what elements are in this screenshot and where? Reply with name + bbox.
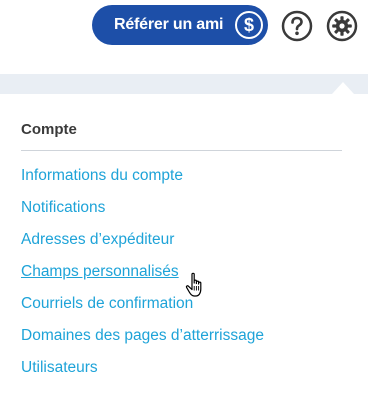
refer-friend-button[interactable]: Référer un ami $ <box>92 5 268 45</box>
menu-item-notifications[interactable]: Notifications <box>21 197 264 229</box>
dropdown-caret <box>332 82 354 94</box>
menu-item-users[interactable]: Utilisateurs <box>21 357 264 389</box>
settings-dropdown-panel: Compte Informations du compte Notificati… <box>0 94 368 397</box>
menu-item-sender-addresses[interactable]: Adresses d’expéditeur <box>21 229 264 261</box>
dropdown-backdrop-band <box>0 74 368 94</box>
menu-item-account-information[interactable]: Informations du compte <box>21 165 264 197</box>
top-header: Référer un ami $ <box>0 0 368 74</box>
section-divider <box>21 150 342 151</box>
gear-icon[interactable] <box>326 10 358 42</box>
menu-item-confirmation-emails[interactable]: Courriels de confirmation <box>21 293 264 325</box>
help-icon[interactable] <box>281 10 313 42</box>
menu-item-custom-fields[interactable]: Champs personnalisés <box>21 261 264 293</box>
account-menu-list: Informations du compte Notifications Adr… <box>21 165 264 389</box>
refer-friend-label: Référer un ami <box>114 16 224 33</box>
dollar-icon: $ <box>235 11 263 39</box>
menu-item-landing-page-domains[interactable]: Domaines des pages d’atterrissage <box>21 325 264 357</box>
section-title: Compte <box>21 121 77 138</box>
